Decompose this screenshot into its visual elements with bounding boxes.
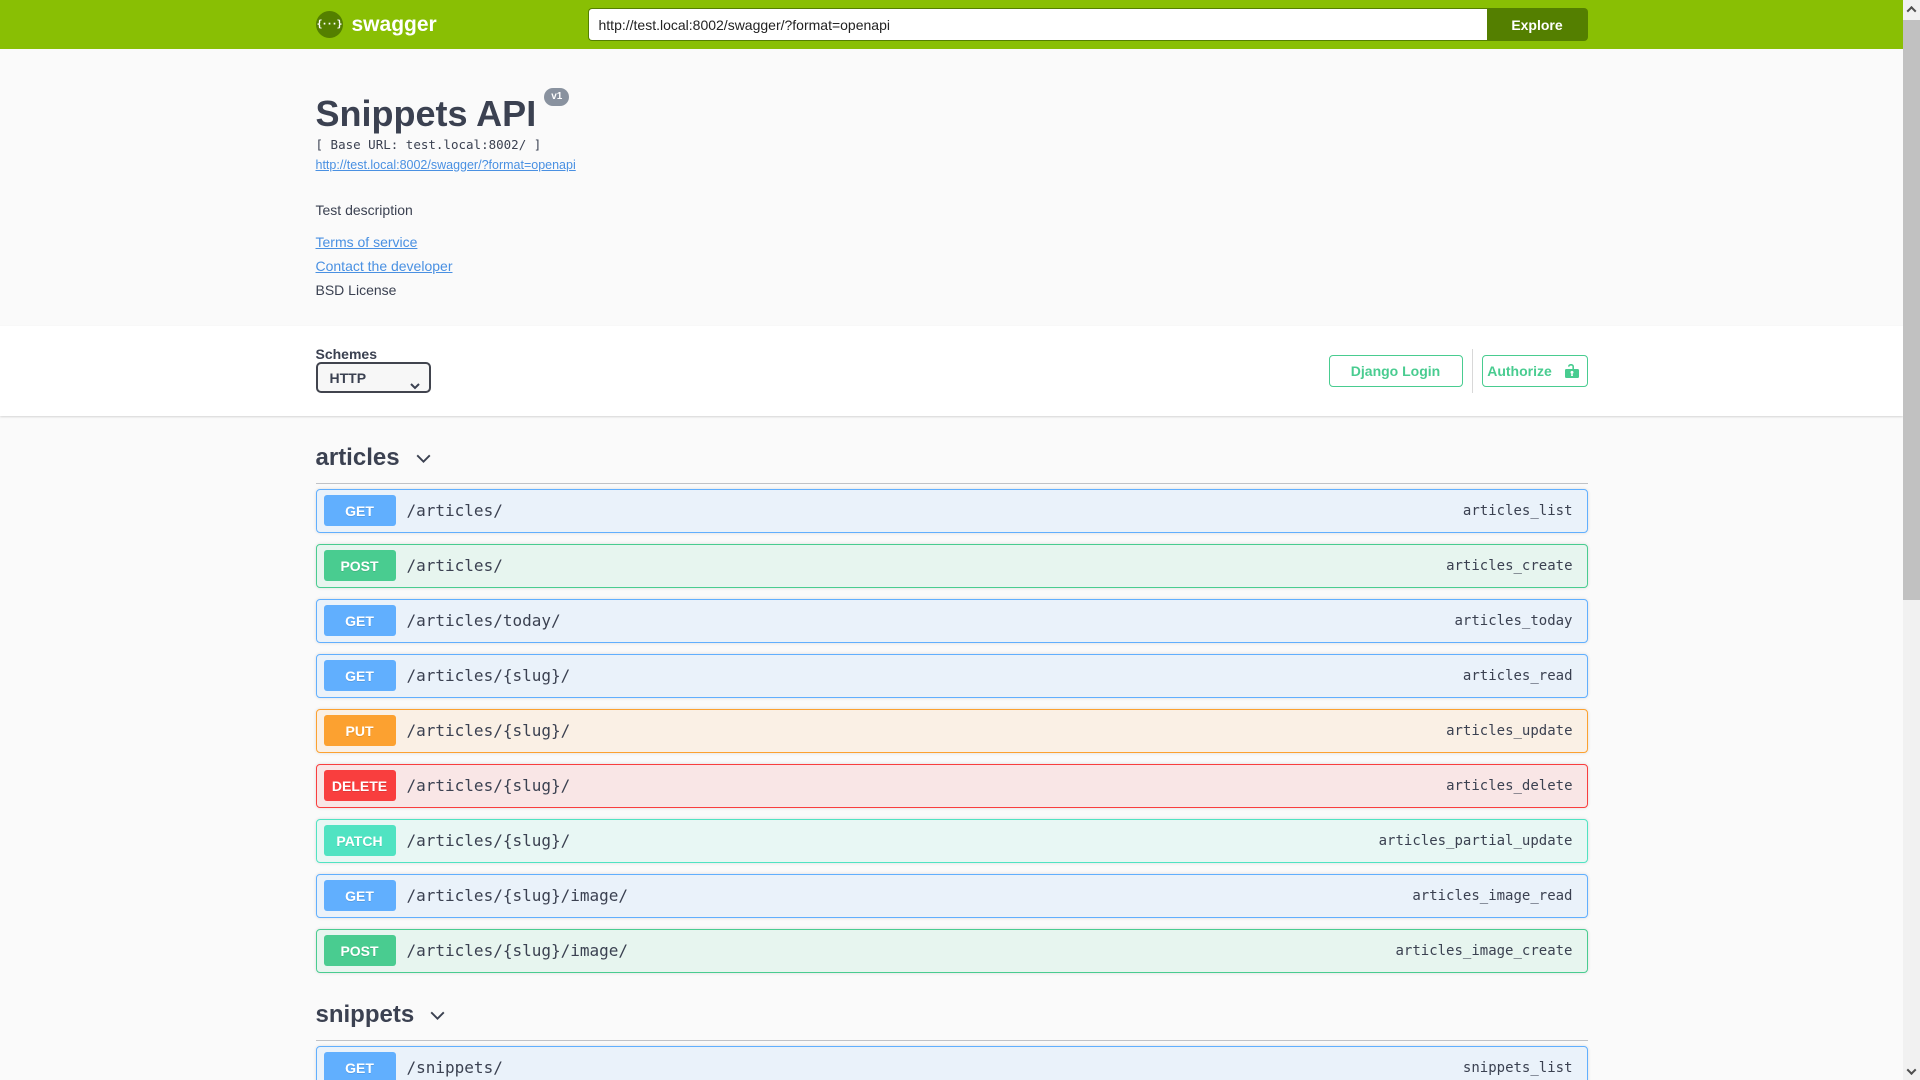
tag-header[interactable]: snippets <box>316 1001 449 1030</box>
method-badge: GET <box>323 1052 396 1080</box>
scrollbar-down-arrow[interactable] <box>1903 1062 1920 1080</box>
method-badge: GET <box>323 660 396 692</box>
auth-divider <box>1471 349 1473 394</box>
info-section: Snippets API v1 [ Base URL: test.local:80… <box>0 49 1903 327</box>
operation-id: articles_image_read <box>1412 887 1573 904</box>
tag-divider <box>315 1039 1588 1041</box>
spec-link[interactable]: http://test.local:8002/swagger/?format=o… <box>316 158 576 172</box>
operation-row[interactable]: GET /articles/ articles_list <box>315 488 1588 533</box>
topbar: {···} swagger Explore <box>0 0 1903 49</box>
operation-id: articles_delete <box>1446 777 1573 794</box>
operation-path: /articles/{slug}/ <box>406 666 571 686</box>
download-url-form: Explore <box>587 8 1588 41</box>
scrollbar-thumb[interactable] <box>1903 20 1920 600</box>
auth-wrapper: Django Login Authorize <box>1328 349 1588 394</box>
license-text: BSD License <box>315 282 397 299</box>
tag-section: snippets GET /snippets/ snippets_list <box>315 1001 1588 1080</box>
swagger-logo-icon: {···} <box>315 11 343 38</box>
schemes-label: Schemes <box>315 346 377 363</box>
method-badge: GET <box>323 495 396 527</box>
brand-text: swagger <box>351 12 437 36</box>
django-login-button[interactable]: Django Login <box>1328 355 1463 388</box>
scrollbar[interactable] <box>1903 0 1920 1080</box>
operation-path: /articles/{slug}/ <box>406 776 571 796</box>
tag-name: snippets <box>315 1000 415 1028</box>
method-badge: PATCH <box>323 825 396 857</box>
page-title: Snippets API v1 <box>316 88 1588 135</box>
operation-row[interactable]: GET /articles/today/ articles_today <box>315 598 1588 643</box>
method-badge: POST <box>323 935 396 967</box>
contact-developer-link[interactable]: Contact the developer <box>316 258 453 274</box>
authorize-label: Authorize <box>1487 363 1552 380</box>
operation-path: /articles/ <box>406 501 503 521</box>
operation-row[interactable]: GET /articles/{slug}/image/ articles_ima… <box>315 873 1588 918</box>
operation-path: /articles/{slug}/image/ <box>406 941 629 961</box>
tag-header[interactable]: articles <box>316 444 434 473</box>
operation-path: /articles/{slug}/ <box>406 721 571 741</box>
tag-name: articles <box>315 444 400 472</box>
operation-id: articles_today <box>1454 612 1573 629</box>
method-badge: POST <box>323 550 396 582</box>
chevron-down-icon <box>430 1011 445 1020</box>
operation-row[interactable]: PATCH /articles/{slug}/ articles_partial… <box>315 818 1588 863</box>
operation-id: snippets_list <box>1462 1059 1573 1076</box>
operation-id: articles_create <box>1446 557 1573 574</box>
operation-id: articles_read <box>1462 667 1573 684</box>
schemes-block: Schemes HTTP <box>315 346 431 394</box>
operation-path: /articles/{slug}/image/ <box>406 886 629 906</box>
operation-id: articles_update <box>1446 722 1573 739</box>
operation-path: /snippets/ <box>406 1058 503 1078</box>
operation-row[interactable]: PUT /articles/{slug}/ articles_update <box>315 708 1588 753</box>
operation-id: articles_image_create <box>1395 942 1573 959</box>
operation-row[interactable]: POST /articles/{slug}/image/ articles_im… <box>315 928 1588 973</box>
method-badge: GET <box>323 880 396 912</box>
authorize-button[interactable]: Authorize <box>1481 355 1588 388</box>
tag-divider <box>315 482 1588 484</box>
scheme-select[interactable]: HTTP <box>315 362 431 394</box>
tag-section: articles GET /articles/ articles_list PO… <box>315 444 1588 973</box>
terms-of-service-link[interactable]: Terms of service <box>316 234 418 250</box>
version-badge: v1 <box>544 88 570 106</box>
operation-id: articles_list <box>1462 502 1573 519</box>
method-badge: GET <box>323 605 396 637</box>
operation-id: articles_partial_update <box>1378 832 1573 849</box>
explore-button[interactable]: Explore <box>1486 8 1588 41</box>
operation-row[interactable]: GET /snippets/ snippets_list <box>315 1045 1588 1080</box>
unlock-icon <box>1564 364 1579 379</box>
operation-path: /articles/{slug}/ <box>406 831 571 851</box>
chevron-down-icon <box>416 454 431 464</box>
method-badge: PUT <box>323 715 396 747</box>
api-description: Test description <box>315 202 413 219</box>
operation-path: /articles/today/ <box>406 611 561 631</box>
operation-row[interactable]: DELETE /articles/{slug}/ articles_delete <box>315 763 1588 808</box>
scrollbar-up-arrow[interactable] <box>1903 0 1920 18</box>
operation-row[interactable]: GET /articles/{slug}/ articles_read <box>315 653 1588 698</box>
spec-url-input[interactable] <box>587 8 1487 41</box>
operations-list: articles GET /articles/ articles_list PO… <box>315 444 1588 1080</box>
operation-path: /articles/ <box>406 556 503 576</box>
scheme-container: Schemes HTTP Django Login Authorize <box>0 326 1903 417</box>
base-url: [ Base URL: test.local:8002/ ] <box>315 137 542 153</box>
page: {···} swagger Explore Snippets APIv1 [ B… <box>0 0 1903 1080</box>
operation-row[interactable]: POST /articles/ articles_create <box>315 543 1588 588</box>
method-badge: DELETE <box>323 770 396 802</box>
swagger-logo-link[interactable]: {···} swagger <box>315 11 437 38</box>
